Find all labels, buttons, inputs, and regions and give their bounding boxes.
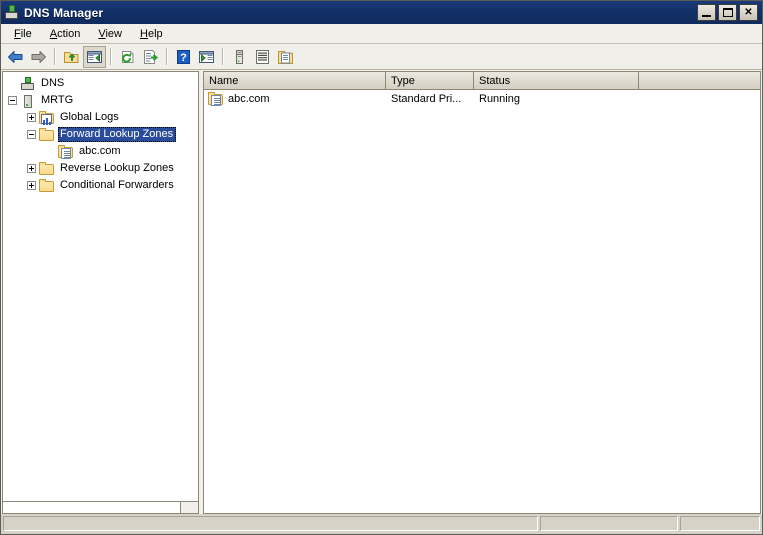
toolbar-separator-1 [54, 48, 56, 65]
toolbar: ? [1, 44, 762, 70]
tree-node-conditional-forwarders[interactable]: Conditional Forwarders [3, 177, 198, 194]
window-title: DNS Manager [24, 5, 104, 20]
minimize-button[interactable] [697, 4, 716, 21]
folder-icon [39, 161, 55, 177]
log-folder-icon [39, 110, 55, 126]
table-row[interactable]: abc.com Standard Pri... Running [204, 90, 760, 107]
refresh-button[interactable] [116, 46, 139, 68]
cell-name: abc.com [204, 91, 386, 107]
help-question-icon: ? [175, 49, 192, 65]
folder-up-icon [63, 49, 80, 65]
column-header-blank[interactable] [639, 72, 760, 89]
show-hide-console-tree-button[interactable] [83, 45, 106, 68]
menu-help[interactable]: Help [131, 26, 172, 42]
properties-window-button[interactable] [195, 46, 218, 68]
refresh-icon [119, 49, 136, 65]
tree-node-reverse-lookup-zones-label: Reverse Lookup Zones [60, 162, 174, 174]
menu-bar: File Action View Help [1, 24, 762, 44]
column-header-type[interactable]: Type [386, 72, 474, 89]
dns-manager-window: DNS Manager ✕ File Action View Help ? DN… [0, 0, 763, 535]
export-list-button[interactable] [139, 46, 162, 68]
cell-type: Standard Pri... [391, 92, 462, 105]
details-pane: Name Type Status abc.com Standard Pri...… [203, 71, 761, 514]
back-button[interactable] [4, 46, 27, 68]
help-button[interactable]: ? [172, 46, 195, 68]
cell-name-label: abc.com [228, 92, 270, 105]
dns-server-icon [4, 4, 20, 21]
window-controls: ✕ [697, 4, 760, 21]
tree-node-mrtg[interactable]: MRTG [3, 92, 198, 109]
up-one-level-button[interactable] [60, 46, 83, 68]
tree-node-forward-lookup-zones[interactable]: Forward Lookup Zones [3, 126, 198, 143]
close-button[interactable]: ✕ [739, 4, 758, 21]
forward-arrow-icon [30, 49, 47, 65]
show-hide-console-tree-icon [86, 49, 103, 65]
tree-node-forward-lookup-zones-label: Forward Lookup Zones [58, 127, 177, 142]
menu-file-label-rest: ile [20, 27, 32, 40]
menu-action-label-rest: ction [57, 27, 81, 40]
list-view-button[interactable] [251, 46, 274, 68]
console-tree-horizontal-scrollbar[interactable] [2, 502, 199, 514]
zone-list-view[interactable]: Name Type Status abc.com Standard Pri...… [203, 71, 761, 514]
maximize-button[interactable] [718, 4, 737, 21]
list-lines-icon [254, 49, 271, 65]
back-arrow-icon [7, 49, 24, 65]
toolbar-separator-4 [222, 48, 224, 65]
tree-node-abc-com[interactable]: abc.com [3, 143, 198, 160]
tree-node-dns[interactable]: DNS [3, 75, 198, 92]
console-tree-pane: DNS MRTG Global Logs Forward Lookup Zone… [2, 71, 199, 514]
menu-help-label-rest: elp [147, 27, 163, 40]
title-bar[interactable]: DNS Manager ✕ [1, 1, 762, 24]
folder-icon [39, 178, 55, 194]
tree-expander-forward-lookup-zones[interactable] [27, 130, 36, 139]
scrollbar-track[interactable] [181, 502, 198, 513]
zone-icon [58, 144, 74, 160]
status-bar [1, 514, 762, 534]
tree-expander-global-logs[interactable] [27, 113, 36, 122]
status-pane-three [680, 516, 760, 531]
minimize-icon [702, 15, 711, 17]
tree-node-global-logs-label: Global Logs [60, 111, 119, 123]
content-area: DNS MRTG Global Logs Forward Lookup Zone… [1, 70, 762, 514]
tree-node-abc-com-label: abc.com [79, 145, 121, 157]
close-icon: ✕ [744, 6, 753, 18]
svg-text:?: ? [180, 52, 187, 64]
toolbar-separator-3 [166, 48, 168, 65]
cell-status: Running [479, 92, 520, 105]
status-pane-main [3, 516, 538, 531]
toolbar-separator-2 [110, 48, 112, 65]
dns-root-icon [20, 76, 36, 92]
console-tree[interactable]: DNS MRTG Global Logs Forward Lookup Zone… [2, 71, 199, 502]
column-header-status[interactable]: Status [474, 72, 639, 89]
server-icon [231, 49, 248, 65]
menu-file[interactable]: File [5, 26, 41, 42]
menu-action[interactable]: Action [41, 26, 90, 42]
folder-icon [39, 127, 55, 143]
tree-node-mrtg-label: MRTG [41, 94, 74, 106]
tree-expander-mrtg[interactable] [8, 96, 17, 105]
new-zone-icon [277, 49, 294, 65]
zone-icon [208, 91, 224, 107]
status-pane-two [540, 516, 678, 531]
server-icon [20, 93, 36, 109]
tree-expander-reverse-lookup-zones[interactable] [27, 164, 36, 173]
tree-node-reverse-lookup-zones[interactable]: Reverse Lookup Zones [3, 160, 198, 177]
column-header-name[interactable]: Name [204, 72, 386, 89]
menu-view[interactable]: View [89, 26, 131, 42]
forward-button[interactable] [27, 46, 50, 68]
export-list-icon [142, 49, 159, 65]
properties-window-icon [198, 49, 215, 65]
new-zone-button[interactable] [274, 46, 297, 68]
scrollbar-thumb[interactable] [3, 502, 181, 513]
list-rows: abc.com Standard Pri... Running [204, 90, 760, 513]
tree-node-dns-label: DNS [41, 77, 65, 89]
maximize-icon [723, 8, 733, 17]
tree-expander-conditional-forwarders[interactable] [27, 181, 36, 190]
list-column-headers: Name Type Status [204, 72, 760, 90]
menu-view-label-rest: iew [105, 27, 122, 40]
tree-node-global-logs[interactable]: Global Logs [3, 109, 198, 126]
new-server-button[interactable] [228, 46, 251, 68]
tree-node-conditional-forwarders-label: Conditional Forwarders [60, 179, 174, 191]
